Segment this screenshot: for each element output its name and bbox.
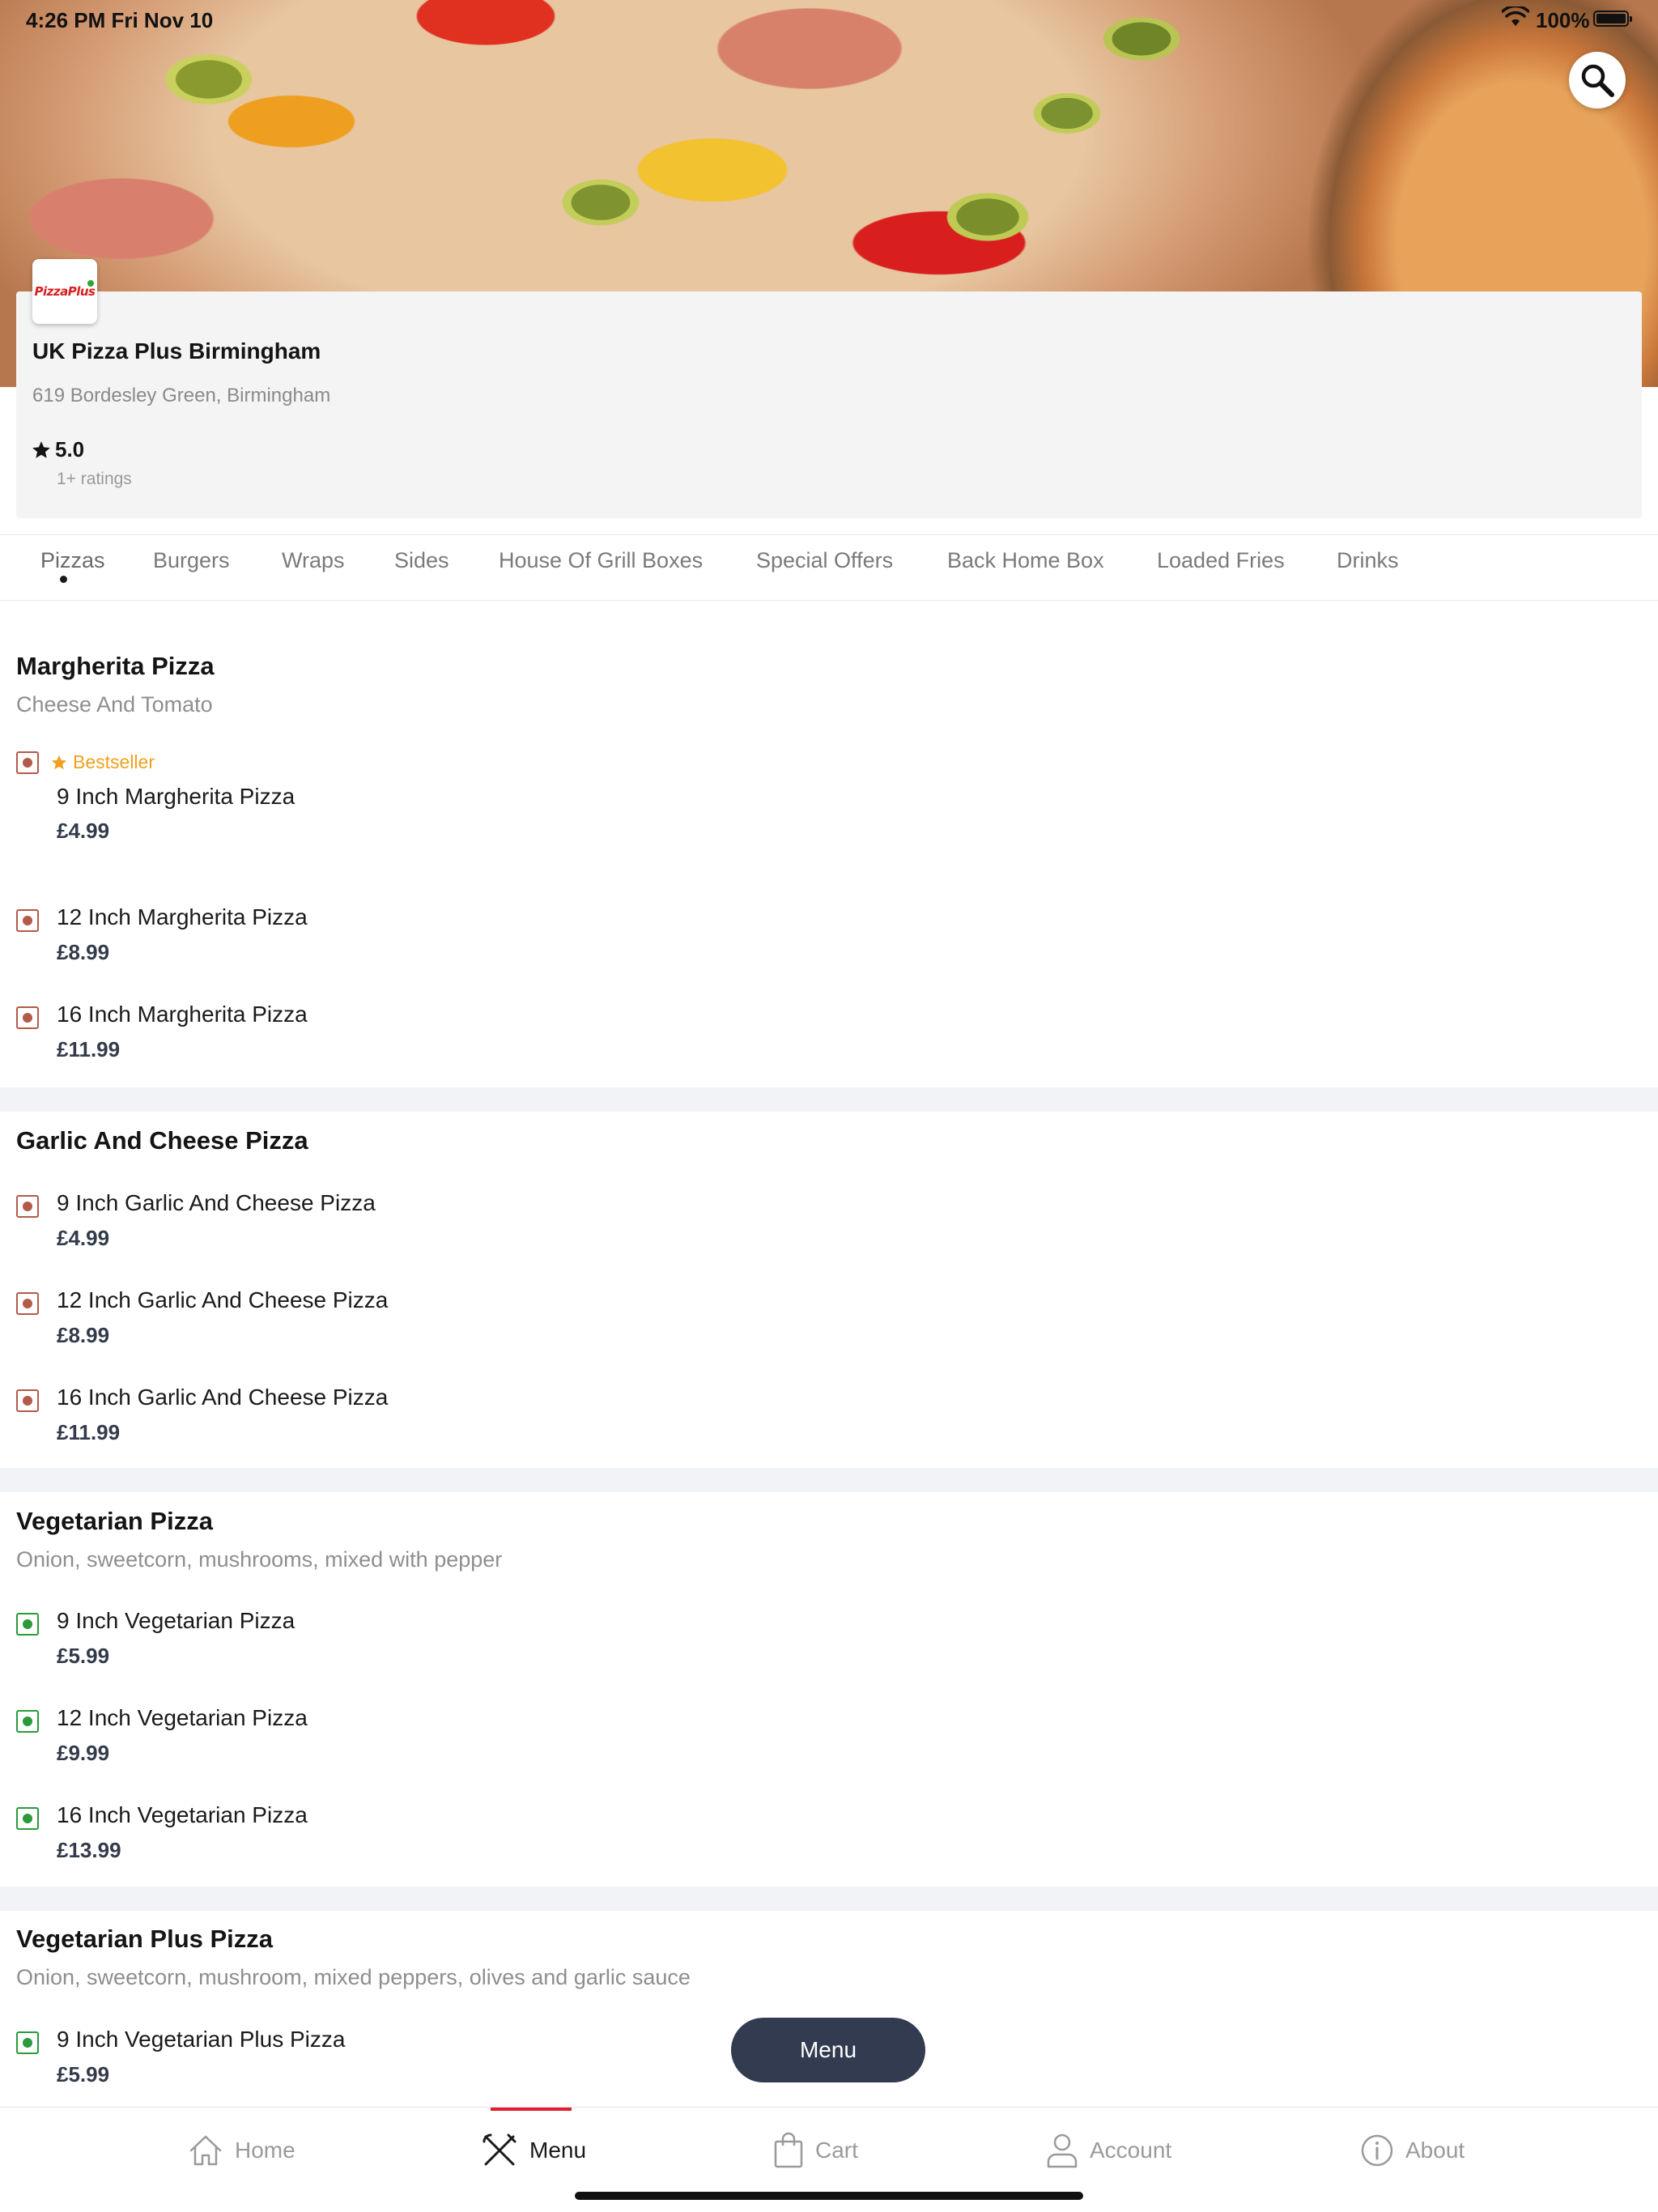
- item-name: 12 Inch Vegetarian Pizza: [57, 1705, 308, 1730]
- status-bar: 4:26 PM Fri Nov 10 100%: [0, 0, 1658, 39]
- nonveg-icon: [16, 1195, 39, 1218]
- menu-item[interactable]: 12 Inch Margherita Pizza £8.99: [0, 904, 1658, 990]
- restaurant-name: UK Pizza Plus Birmingham: [32, 338, 321, 364]
- tab-pizzas[interactable]: Pizzas: [40, 548, 105, 573]
- nonveg-icon: [16, 909, 39, 932]
- section-divider: [0, 1887, 1658, 1911]
- item-price: £11.99: [57, 1420, 121, 1444]
- section-title: Vegetarian Plus Pizza: [16, 1925, 274, 1953]
- veg-icon: [16, 1710, 39, 1733]
- section-title: Garlic And Cheese Pizza: [16, 1126, 308, 1155]
- item-name: 12 Inch Garlic And Cheese Pizza: [57, 1287, 389, 1312]
- menu-button[interactable]: Menu: [731, 2018, 925, 2082]
- nav-home[interactable]: Home: [188, 2130, 295, 2171]
- section-description: Onion, sweetcorn, mushroom, mixed pepper…: [16, 1965, 691, 1989]
- nav-account[interactable]: Account: [1046, 2130, 1171, 2171]
- rating-value: 5.0: [55, 437, 85, 462]
- menu-item[interactable]: 16 Inch Vegetarian Pizza £13.99: [0, 1802, 1658, 1888]
- menu-item[interactable]: 16 Inch Margherita Pizza £11.99: [0, 1002, 1658, 1087]
- item-price: £8.99: [57, 940, 110, 964]
- restaurant-logo: PizzaPlus: [32, 259, 97, 324]
- nonveg-icon: [16, 1006, 39, 1029]
- tab-wraps[interactable]: Wraps: [282, 548, 345, 573]
- menu-item[interactable]: 12 Inch Vegetarian Pizza £9.99: [0, 1705, 1658, 1791]
- section-description: Cheese And Tomato: [16, 692, 213, 717]
- category-tabs: Pizzas Burgers Wraps Sides House Of Gril…: [0, 534, 1658, 601]
- item-name: 9 Inch Margherita Pizza: [57, 784, 295, 809]
- active-nav-indicator: [491, 2108, 572, 2111]
- veg-icon: [16, 1807, 39, 1830]
- item-price: £5.99: [57, 1644, 110, 1668]
- tab-sides[interactable]: Sides: [394, 548, 449, 573]
- nonveg-icon: [16, 751, 39, 774]
- nav-menu[interactable]: Menu: [481, 2130, 586, 2171]
- menu-item[interactable]: 9 Inch Garlic And Cheese Pizza £4.99: [0, 1190, 1658, 1276]
- tab-special-offers[interactable]: Special Offers: [756, 548, 893, 573]
- search-icon: [1581, 64, 1614, 97]
- star-icon: [51, 755, 67, 769]
- item-name: 16 Inch Garlic And Cheese Pizza: [57, 1385, 389, 1410]
- bag-icon: [774, 2132, 803, 2168]
- item-price: £9.99: [57, 1741, 110, 1765]
- item-price: £4.99: [57, 1226, 110, 1250]
- item-price: £5.99: [57, 2062, 110, 2087]
- bottom-nav: Home Menu Cart Account About: [0, 2107, 1658, 2212]
- item-name: 9 Inch Vegetarian Plus Pizza: [57, 2027, 346, 2052]
- status-time: 4:26 PM Fri Nov 10: [26, 8, 214, 32]
- nonveg-icon: [16, 1389, 39, 1412]
- menu-item[interactable]: Bestseller 9 Inch Margherita Pizza £4.99: [0, 751, 1658, 843]
- active-tab-indicator: [60, 576, 67, 583]
- section-divider: [0, 1087, 1658, 1112]
- section-title: Vegetarian Pizza: [16, 1507, 213, 1535]
- tab-burgers[interactable]: Burgers: [153, 548, 230, 573]
- tab-house-of-grill-boxes[interactable]: House Of Grill Boxes: [499, 548, 703, 573]
- battery-icon: [1593, 11, 1632, 27]
- star-icon: [32, 440, 50, 458]
- item-price: £4.99: [57, 819, 110, 843]
- user-icon: [1047, 2133, 1078, 2168]
- rating: 5.0: [31, 437, 84, 462]
- item-name: 16 Inch Margherita Pizza: [57, 1002, 308, 1027]
- search-button[interactable]: [1569, 52, 1626, 108]
- nav-cart[interactable]: Cart: [773, 2130, 858, 2171]
- item-price: £11.99: [57, 1037, 121, 1061]
- tab-back-home-box[interactable]: Back Home Box: [947, 548, 1104, 573]
- restaurant-info-card: UK Pizza Plus Birmingham 619 Bordesley G…: [16, 291, 1642, 518]
- utensils-icon: [483, 2133, 517, 2166]
- info-icon: [1361, 2134, 1393, 2167]
- home-icon: [189, 2135, 222, 2166]
- section-description: Onion, sweetcorn, mushrooms, mixed with …: [16, 1547, 503, 1572]
- item-name: 16 Inch Vegetarian Pizza: [57, 1802, 308, 1827]
- tab-loaded-fries[interactable]: Loaded Fries: [1157, 548, 1285, 573]
- item-name: 9 Inch Vegetarian Pizza: [57, 1608, 295, 1633]
- menu-item[interactable]: 16 Inch Garlic And Cheese Pizza £11.99: [0, 1385, 1658, 1470]
- restaurant-address: 619 Bordesley Green, Birmingham: [32, 385, 331, 406]
- bestseller-badge: Bestseller: [50, 751, 155, 773]
- nonveg-icon: [16, 1292, 39, 1315]
- item-name: 12 Inch Margherita Pizza: [57, 904, 308, 929]
- item-name: 9 Inch Garlic And Cheese Pizza: [57, 1190, 376, 1215]
- menu-item[interactable]: 9 Inch Vegetarian Pizza £5.99: [0, 1608, 1658, 1694]
- veg-icon: [16, 2031, 39, 2054]
- tab-drinks[interactable]: Drinks: [1337, 548, 1399, 573]
- battery-percent: 100%: [1536, 8, 1590, 32]
- section-title: Margherita Pizza: [16, 652, 215, 680]
- item-price: £8.99: [57, 1323, 110, 1347]
- veg-icon: [16, 1613, 39, 1636]
- rating-count: 1+ ratings: [57, 470, 132, 488]
- nav-about[interactable]: About: [1360, 2130, 1465, 2171]
- item-price: £13.99: [57, 1838, 121, 1862]
- wifi-icon: [1502, 6, 1529, 26]
- section-divider: [0, 1468, 1658, 1492]
- menu-item[interactable]: 12 Inch Garlic And Cheese Pizza £8.99: [0, 1287, 1658, 1373]
- home-indicator: [575, 2192, 1083, 2200]
